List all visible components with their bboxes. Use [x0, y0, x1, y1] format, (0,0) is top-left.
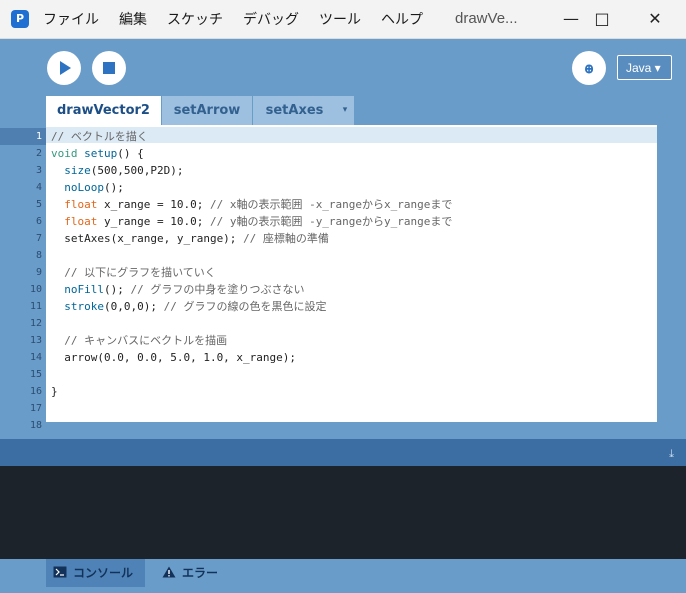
code-line[interactable]: noFill(); // グラフの中身を塗りつぶさない	[51, 281, 304, 298]
code-token: y_range = 10.0;	[103, 215, 210, 228]
code-line[interactable]: size(500,500,P2D);	[51, 162, 183, 179]
console-output[interactable]	[0, 466, 686, 559]
tab-setarrow[interactable]: setArrow	[161, 96, 252, 125]
code-token: (0,0,0);	[103, 300, 164, 313]
menu-sketch[interactable]: スケッチ	[167, 9, 223, 29]
code-token: x_range = 10.0;	[103, 198, 210, 211]
code-line[interactable]: setAxes(x_range, y_range); // 座標軸の準備	[51, 230, 329, 247]
line-number: 18	[29, 420, 42, 431]
tab-drawvector2[interactable]: drawVector2	[46, 96, 161, 125]
code-token: setAxes(x_range, y_range);	[51, 232, 244, 245]
editor-footer	[46, 422, 657, 439]
code-line[interactable]: }	[51, 383, 58, 400]
code-token: stroke	[51, 300, 104, 313]
code-token: size	[51, 164, 91, 177]
code-token: float	[51, 215, 104, 228]
code-line[interactable]: // 以下にグラフを描いていく	[51, 264, 216, 281]
code-token: // 座標軸の準備	[243, 232, 329, 245]
collapse-icon[interactable]: ⤓	[669, 447, 674, 461]
code-token: float	[51, 198, 104, 211]
line-number: 12	[29, 318, 42, 329]
line-number: 13	[29, 335, 42, 346]
code-token: () {	[117, 147, 144, 160]
code-token: // グラフの中身を塗りつぶさない	[130, 283, 305, 296]
line-number: 2	[35, 148, 42, 159]
line-number: 1	[0, 128, 46, 145]
code-token: // キャンバスにベクトルを描画	[51, 334, 228, 347]
line-number: 14	[29, 352, 42, 363]
code-token: (500,500,P2D);	[90, 164, 184, 177]
code-token: // x軸の表示範囲 -x_rangeからx_rangeまで	[209, 198, 453, 211]
stop-button[interactable]	[92, 51, 126, 85]
line-number: 17	[29, 403, 42, 414]
code-token: }	[51, 385, 58, 398]
code-token: setup	[84, 147, 118, 160]
line-number: 15	[29, 369, 42, 380]
line-number: 11	[29, 301, 42, 312]
menu-bar: ファイル 編集 スケッチ デバッグ ツール ヘルプ	[43, 0, 443, 38]
code-line[interactable]: stroke(0,0,0); // グラフの線の色を黒色に設定	[51, 298, 326, 315]
menu-help[interactable]: ヘルプ	[381, 9, 423, 29]
run-button[interactable]	[47, 51, 81, 85]
code-line[interactable]: float x_range = 10.0; // x軸の表示範囲 -x_rang…	[51, 196, 452, 213]
mode-selector[interactable]: Java ▾	[617, 55, 672, 80]
tab-console-label: コンソール	[73, 566, 134, 580]
line-number: 5	[35, 199, 42, 210]
title-bar: P ファイル 編集 スケッチ デバッグ ツール ヘルプ drawVe... — …	[0, 0, 686, 39]
line-number: 8	[35, 250, 42, 261]
code-token: ();	[103, 283, 131, 296]
window-title: drawVe...	[455, 10, 518, 27]
code-token: noFill	[51, 283, 104, 296]
line-number: 10	[29, 284, 42, 295]
code-token: // 以下にグラフを描いていく	[51, 266, 216, 279]
maximize-button[interactable]: □	[579, 0, 625, 38]
code-line[interactable]: noLoop();	[51, 179, 124, 196]
app-window: P ファイル 編集 スケッチ デバッグ ツール ヘルプ drawVe... — …	[0, 0, 686, 593]
close-button[interactable]: ✕	[632, 0, 678, 38]
code-line[interactable]: void setup() {	[51, 145, 144, 162]
code-token: noLoop	[51, 181, 104, 194]
line-number: 3	[35, 165, 42, 176]
console-icon	[53, 560, 67, 588]
split-bar[interactable]: ⤓	[0, 439, 686, 466]
code-line[interactable]: // キャンバスにベクトルを描画	[51, 332, 227, 349]
code-token: arrow(0.0, 0.0, 5.0, 1.0, x_range);	[51, 351, 297, 364]
line-number: 16	[29, 386, 42, 397]
warning-icon	[162, 560, 176, 588]
line-number: 4	[35, 182, 42, 193]
menu-tools[interactable]: ツール	[319, 9, 361, 29]
menu-edit[interactable]: 編集	[119, 9, 147, 29]
editor-margin	[657, 125, 686, 439]
processing-logo-icon: P	[11, 10, 29, 28]
debug-button[interactable]: ꚛ	[572, 51, 606, 85]
line-number: 6	[35, 216, 42, 227]
code-token: // y軸の表示範囲 -y_rangeからy_rangeまで	[209, 215, 453, 228]
code-line[interactable]: // ベクトルを描く	[51, 128, 148, 145]
tab-console[interactable]: コンソール	[46, 559, 145, 587]
code-token: ();	[103, 181, 124, 194]
line-number: 9	[35, 267, 42, 278]
tab-errors[interactable]: エラー	[155, 559, 218, 587]
tab-errors-label: エラー	[182, 566, 219, 580]
code-token: // ベクトルを描く	[51, 130, 148, 143]
code-token: // グラフの線の色を黒色に設定	[163, 300, 327, 313]
menu-file[interactable]: ファイル	[43, 9, 99, 29]
menu-debug[interactable]: デバッグ	[243, 9, 299, 29]
line-number: 7	[35, 233, 42, 244]
code-line[interactable]: arrow(0.0, 0.0, 5.0, 1.0, x_range);	[51, 349, 296, 366]
code-token: void	[51, 147, 85, 160]
tab-menu-button[interactable]: ▾	[336, 96, 354, 125]
code-line[interactable]: float y_range = 10.0; // y軸の表示範囲 -y_rang…	[51, 213, 452, 230]
tab-setaxes[interactable]: setAxes	[252, 96, 336, 125]
